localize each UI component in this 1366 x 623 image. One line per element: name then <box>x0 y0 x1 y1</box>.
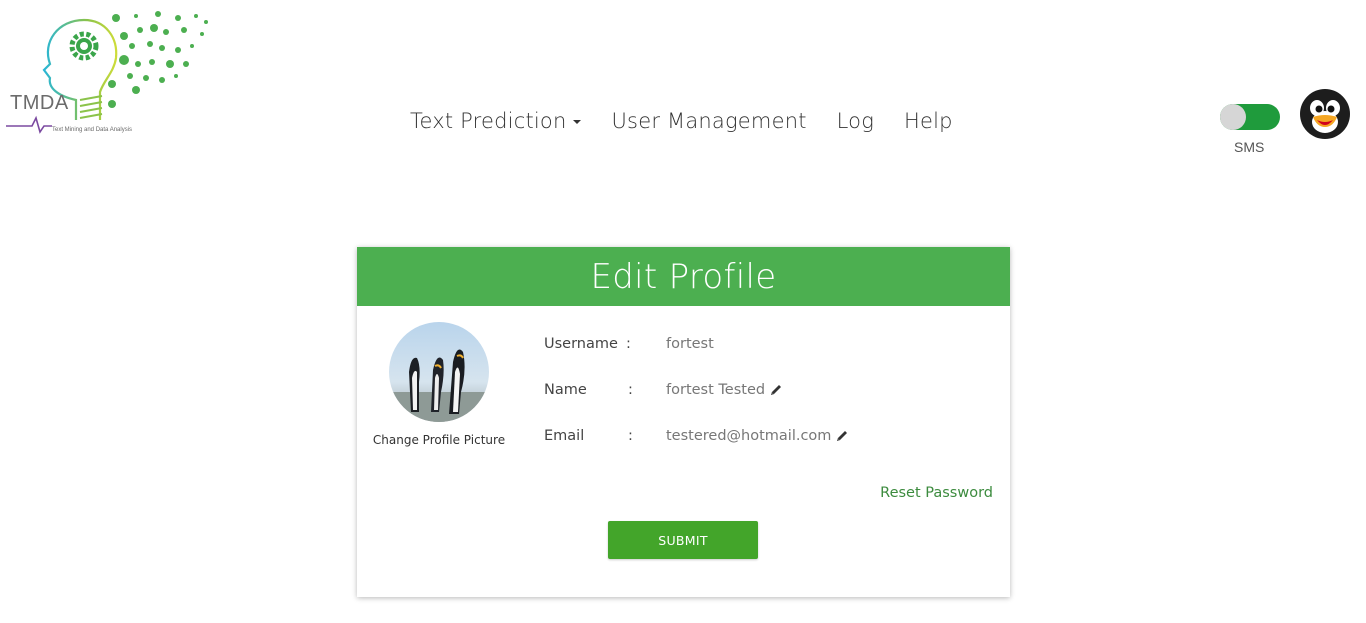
name-text: fortest Tested <box>666 382 766 398</box>
user-avatar-penguin-icon[interactable] <box>1300 89 1350 139</box>
name-colon: : <box>628 382 633 398</box>
username-value: fortest <box>666 336 714 352</box>
username-text: fortest <box>666 336 714 352</box>
head-gear-icon <box>6 11 208 134</box>
email-value: testered@hotmail.com <box>666 428 849 444</box>
edit-profile-card: Edit Profile Change Profile Picture User… <box>357 247 1010 597</box>
main-nav: Text Prediction User Management Log Help <box>410 109 953 133</box>
nav-text-prediction-dropdown[interactable]: Text Prediction <box>410 109 582 133</box>
caret-down-icon <box>573 120 582 124</box>
logo-text: TMDA <box>10 92 69 114</box>
name-value: fortest Tested <box>666 382 783 398</box>
edit-email-pencil-icon[interactable] <box>835 429 849 443</box>
email-colon: : <box>628 428 633 444</box>
email-text: testered@hotmail.com <box>666 428 832 444</box>
username-colon: : <box>626 336 631 352</box>
name-label: Name <box>544 382 587 398</box>
sms-toggle-label: SMS <box>1234 139 1265 155</box>
card-title: Edit Profile <box>357 247 1010 306</box>
edit-name-pencil-icon[interactable] <box>769 383 783 397</box>
nav-item-label: Help <box>904 109 953 133</box>
submit-button[interactable]: SUBMIT <box>608 521 758 559</box>
tmda-logo[interactable]: TMDA Text Mining and Data Analysis <box>6 8 216 138</box>
nav-item-label: Log <box>836 109 875 133</box>
nav-item-label: User Management <box>611 109 807 133</box>
reset-password-link[interactable]: Reset Password <box>880 485 993 501</box>
nav-user-management[interactable]: User Management <box>611 109 806 133</box>
nav-log[interactable]: Log <box>837 109 874 133</box>
nav-help[interactable]: Help <box>904 109 953 133</box>
username-label: Username <box>544 336 618 352</box>
email-label: Email <box>544 428 585 444</box>
logo-tagline: Text Mining and Data Analysis <box>52 127 133 133</box>
change-profile-picture-link[interactable]: Change Profile Picture <box>357 433 521 447</box>
nav-item-label: Text Prediction <box>410 109 567 133</box>
sms-toggle[interactable] <box>1220 104 1280 130</box>
toggle-knob <box>1220 104 1246 130</box>
profile-picture[interactable] <box>389 322 489 422</box>
